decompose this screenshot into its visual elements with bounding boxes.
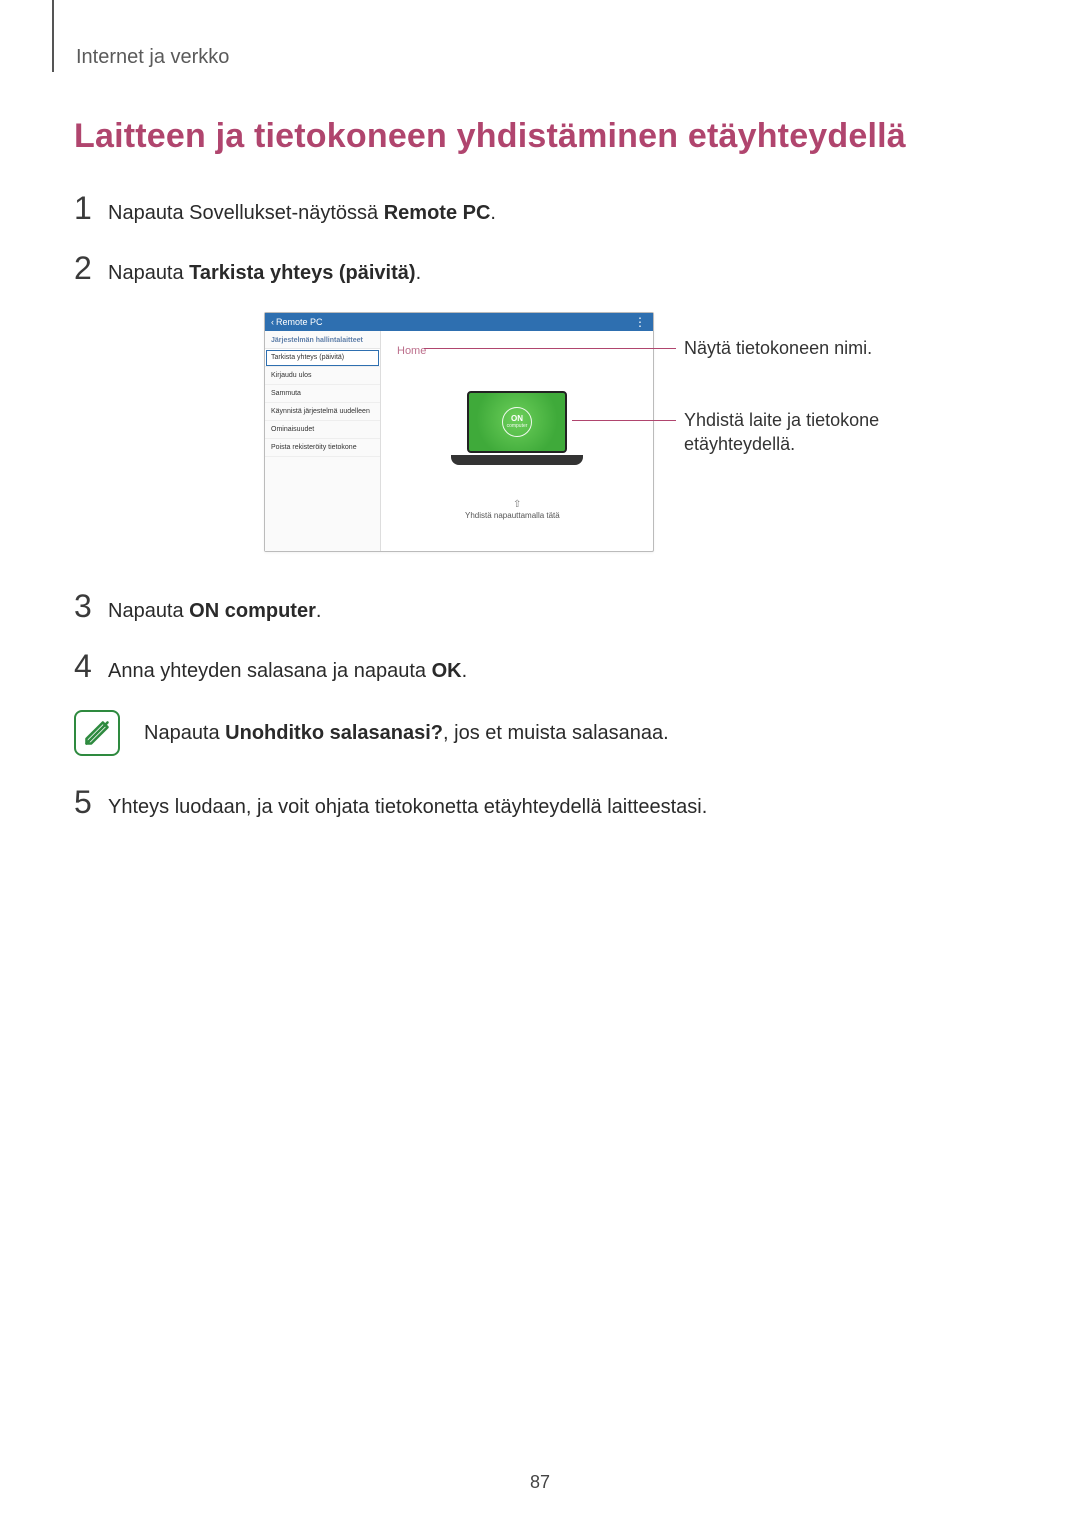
step-text-post: . <box>462 660 468 682</box>
remote-pc-figure: Remote PC ⋮ Järjestelmän hallintalaittee… <box>264 312 1080 562</box>
sidebar-item-check-connection[interactable]: Tarkista yhteys (päivitä) <box>265 349 380 367</box>
step-number: 3 <box>74 590 108 622</box>
step-number: 2 <box>74 252 108 284</box>
on-text: ON <box>511 415 523 423</box>
step-text: Napauta Sovellukset-näytössä Remote PC. <box>108 199 496 228</box>
sidebar-item-shutdown[interactable]: Sammuta <box>265 385 380 403</box>
step-text: Anna yhteyden salasana ja napauta OK. <box>108 657 467 686</box>
arrow-up-icon: ⇧ <box>513 499 521 510</box>
back-button[interactable]: Remote PC <box>271 313 323 331</box>
callout-line-connect <box>572 420 676 421</box>
sidebar-item-remove-pc[interactable]: Poista rekisteröity tietokone <box>265 439 380 457</box>
note-pre: Napauta <box>144 722 225 744</box>
note-text: Napauta Unohditko salasanasi?, jos et mu… <box>144 722 669 745</box>
on-subtext: computer <box>507 423 528 429</box>
header-side-rule <box>52 0 54 72</box>
tablet-body: Järjestelmän hallintalaitteet Tarkista y… <box>265 331 653 551</box>
step-text-post: . <box>316 600 322 622</box>
on-computer-button[interactable]: ON computer <box>502 407 532 437</box>
step-4: 4 Anna yhteyden salasana ja napauta OK. <box>74 650 1010 686</box>
step-3: 3 Napauta ON computer. <box>74 590 1010 626</box>
page-title: Laitteen ja tietokoneen yhdistäminen etä… <box>74 117 1010 156</box>
laptop-base <box>451 455 583 465</box>
step-text-bold: Remote PC <box>384 202 491 224</box>
page-number: 87 <box>0 1472 1080 1493</box>
step-text-pre: Napauta Sovellukset-näytössä <box>108 202 384 224</box>
step-text: Napauta Tarkista yhteys (päivitä). <box>108 259 421 288</box>
step-number: 5 <box>74 786 108 818</box>
step-text: Yhteys luodaan, ja voit ohjata tietokone… <box>108 793 707 822</box>
step-5: 5 Yhteys luodaan, ja voit ohjata tietoko… <box>74 786 1010 822</box>
overflow-menu-icon[interactable]: ⋮ <box>634 313 647 331</box>
step-text-post: . <box>490 202 496 224</box>
step-text-pre: Anna yhteyden salasana ja napauta <box>108 660 432 682</box>
step-text: Napauta ON computer. <box>108 597 321 626</box>
callout-line-name <box>424 348 676 349</box>
note-post: , jos et muista salasanaa. <box>443 722 669 744</box>
step-text-pre: Napauta <box>108 600 189 622</box>
pencil-note-icon <box>83 719 111 747</box>
note-row: Napauta Unohditko salasanasi?, jos et mu… <box>74 710 1010 756</box>
breadcrumb: Internet ja verkko <box>76 46 1010 69</box>
sidebar-item-restart[interactable]: Käynnistä järjestelmä uudelleen <box>265 403 380 421</box>
callout-connect: Yhdistä laite ja tietokone etäyhteydellä… <box>684 408 904 457</box>
callout-show-name: Näytä tietokoneen nimi. <box>684 336 904 360</box>
note-icon <box>74 710 120 756</box>
sidebar-item-properties[interactable]: Ominaisuudet <box>265 421 380 439</box>
step-text-bold: Tarkista yhteys (päivitä) <box>189 262 415 284</box>
step-2: 2 Napauta Tarkista yhteys (päivitä). <box>74 252 1010 288</box>
step-text-pre: Napauta <box>108 262 189 284</box>
sidebar-header: Järjestelmän hallintalaitteet <box>265 331 380 349</box>
step-text-bold: ON computer <box>189 600 316 622</box>
computer-name-label: Home <box>397 345 426 357</box>
step-text-bold: OK <box>432 660 462 682</box>
tap-to-connect-label: Yhdistä napauttamalla tätä <box>465 511 560 520</box>
step-1: 1 Napauta Sovellukset-näytössä Remote PC… <box>74 192 1010 228</box>
laptop-graphic[interactable]: ON computer <box>451 391 583 477</box>
step-number: 4 <box>74 650 108 682</box>
sidebar-item-logout[interactable]: Kirjaudu ulos <box>265 367 380 385</box>
step-text-post: . <box>416 262 422 284</box>
app-titlebar: Remote PC ⋮ <box>265 313 653 331</box>
laptop-screen: ON computer <box>467 391 567 453</box>
sidebar: Järjestelmän hallintalaitteet Tarkista y… <box>265 331 381 551</box>
step-number: 1 <box>74 192 108 224</box>
note-bold: Unohditko salasanasi? <box>225 722 443 744</box>
main-panel: Home ON computer ⇧ Yhdistä napauttamalla… <box>381 331 653 551</box>
